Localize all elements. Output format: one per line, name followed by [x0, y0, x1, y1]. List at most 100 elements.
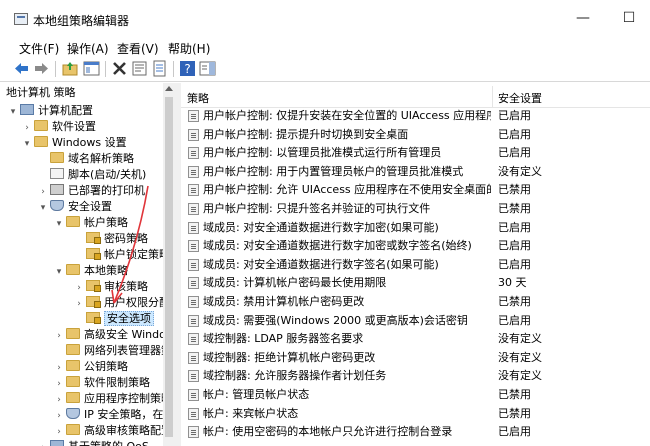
policy-name: 用户帐户控制: 允许 UIAccess 应用程序在不使用安全桌面的...: [203, 183, 491, 197]
policy-row[interactable]: 域成员: 计算机帐户密码最长使用期限 30 天: [181, 274, 650, 293]
expand-chevron-icon[interactable]: ›: [54, 376, 64, 392]
collapse-chevron-icon[interactable]: ▾: [54, 216, 64, 232]
menu-view[interactable]: 查看(V): [117, 40, 159, 57]
tree-scrollbar[interactable]: [163, 83, 175, 446]
collapse-chevron-icon[interactable]: ▾: [38, 200, 48, 216]
policy-name: 域成员: 计算机帐户密码最长使用期限: [203, 276, 387, 290]
shield-icon: [50, 200, 64, 211]
minimize-button[interactable]: —: [560, 0, 606, 37]
policy-row[interactable]: 用户帐户控制: 提示提升时切换到安全桌面 已启用: [181, 126, 650, 145]
column-separator[interactable]: [492, 86, 493, 108]
policy-row[interactable]: 域控制器: 允许服务器操作者计划任务 没有定义: [181, 367, 650, 386]
column-header-policy[interactable]: 策略: [187, 90, 209, 106]
collapse-chevron-icon[interactable]: ▾: [22, 136, 32, 152]
policy-row[interactable]: 用户帐户控制: 用于内置管理员帐户的管理员批准模式 没有定义: [181, 163, 650, 182]
tree-item[interactable]: › 应用程序控制策略: [54, 391, 172, 407]
policy-name: 域控制器: 允许服务器操作者计划任务: [203, 369, 387, 383]
policy-row[interactable]: 域成员: 对安全通道数据进行数字签名(如果可能) 已启用: [181, 256, 650, 275]
tree-item-label: 用户权限分配: [104, 296, 170, 309]
policy-row[interactable]: 用户帐户控制: 以管理员批准模式运行所有管理员 已启用: [181, 144, 650, 163]
policy-row[interactable]: 域成员: 对安全通道数据进行数字加密或数字签名(始终) 已启用: [181, 237, 650, 256]
menu-help[interactable]: 帮助(H): [168, 40, 210, 57]
forward-arrow-icon[interactable]: [33, 60, 50, 77]
policy-setting-value: 30 天: [498, 276, 527, 290]
column-header-security-setting[interactable]: 安全设置: [498, 90, 542, 106]
tree-item[interactable]: 域名解析策略: [38, 151, 134, 167]
policy-row[interactable]: 域成员: 需要强(Windows 2000 或更高版本)会话密钥 已启用: [181, 312, 650, 331]
export-list-icon[interactable]: [151, 60, 168, 77]
scrollbar-thumb[interactable]: [165, 97, 173, 437]
policy-document-icon: [188, 147, 199, 160]
policy-setting-value: 已启用: [498, 425, 531, 439]
menu-file[interactable]: 文件(F): [19, 40, 59, 57]
toolbar-separator: [55, 61, 56, 77]
policy-row[interactable]: 用户帐户控制: 允许 UIAccess 应用程序在不使用安全桌面的... 已禁用: [181, 181, 650, 200]
expand-chevron-icon[interactable]: ›: [74, 296, 84, 312]
help-icon[interactable]: ?: [179, 60, 196, 77]
policy-row[interactable]: 帐户: 来宾帐户状态 已禁用: [181, 405, 650, 424]
expand-chevron-icon[interactable]: ›: [22, 120, 32, 136]
expand-chevron-icon[interactable]: ›: [54, 360, 64, 376]
policy-name: 域成员: 对安全通道数据进行数字加密或数字签名(始终): [203, 239, 472, 253]
tree-item[interactable]: ▾ 计算机配置: [8, 103, 93, 119]
tree-item[interactable]: › 软件限制策略: [54, 375, 150, 391]
policy-row[interactable]: 域成员: 对安全通道数据进行数字加密(如果可能) 已启用: [181, 219, 650, 238]
toolbar: ?: [0, 57, 650, 82]
collapse-chevron-icon[interactable]: ▾: [8, 104, 18, 120]
show-action-pane-icon[interactable]: [199, 60, 216, 77]
policy-row[interactable]: 域成员: 禁用计算机帐户密码更改 已禁用: [181, 293, 650, 312]
tree-item[interactable]: › 用户权限分配: [74, 295, 170, 311]
tree-item[interactable]: › IP 安全策略，在 本: [54, 407, 175, 423]
tree-item-label: 应用程序控制策略: [84, 392, 172, 405]
tree-item[interactable]: › 软件设置: [22, 119, 96, 135]
policy-row[interactable]: 用户帐户控制: 只提升签名并验证的可执行文件 已禁用: [181, 200, 650, 219]
tree-item[interactable]: 网络列表管理器策略: [54, 343, 175, 359]
tree-item[interactable]: ▾ 安全设置: [38, 199, 112, 215]
back-arrow-icon[interactable]: [13, 60, 30, 77]
tree-item[interactable]: › 高级安全 Windows: [54, 327, 175, 343]
tree-item[interactable]: › 审核策略: [74, 279, 148, 295]
tree-item-label: 基于策略的 QoS: [68, 440, 149, 446]
policy-document-icon: [188, 240, 199, 253]
tree-item[interactable]: ▾ Windows 设置: [22, 135, 127, 151]
tree-item[interactable]: 脚本(启动/关机): [38, 167, 146, 183]
tree-root-label[interactable]: 地计算机 策略: [6, 85, 76, 101]
delete-x-icon[interactable]: [111, 60, 128, 77]
tree-item[interactable]: 密码策略: [74, 231, 148, 247]
expand-chevron-icon[interactable]: ›: [74, 280, 84, 296]
tree-item-label: 脚本(启动/关机): [68, 168, 147, 181]
expand-chevron-icon[interactable]: ›: [54, 408, 64, 424]
expand-chevron-icon[interactable]: ›: [54, 424, 64, 440]
maximize-button[interactable]: ☐: [606, 0, 650, 37]
folder-icon: [34, 120, 48, 131]
policy-row[interactable]: 帐户: 管理员帐户状态 已禁用: [181, 386, 650, 405]
tree-item[interactable]: › 公钥策略: [54, 359, 128, 375]
tree-item[interactable]: › 高级审核策略配置: [54, 423, 172, 439]
expand-chevron-icon[interactable]: ›: [38, 184, 48, 200]
tree-item[interactable]: › 已部署的打印机: [38, 183, 145, 199]
policy-setting-value: 已禁用: [498, 388, 531, 401]
policy-row[interactable]: 域控制器: LDAP 服务器签名要求 没有定义: [181, 330, 650, 349]
collapse-chevron-icon[interactable]: ▾: [54, 264, 64, 280]
tree-item[interactable]: ▾ 本地策略: [54, 263, 128, 279]
policy-row[interactable]: 用户帐户控制: 仅提升安装在安全位置的 UIAccess 应用程序 已启用: [181, 107, 650, 126]
policy-row[interactable]: 域控制器: 拒绝计算机帐户密码更改 没有定义: [181, 349, 650, 368]
tree-item[interactable]: 帐户锁定策略: [74, 247, 170, 263]
list-header: 策略 安全设置: [181, 86, 650, 108]
properties-icon[interactable]: [131, 60, 148, 77]
tree-item[interactable]: 安全选项: [74, 311, 154, 327]
scroll-up-arrow-icon[interactable]: [165, 86, 173, 91]
tree-item-label: 已部署的打印机: [68, 184, 145, 197]
policy-document-icon: [188, 203, 199, 215]
tree-item[interactable]: › 基于策略的 QoS: [38, 439, 149, 446]
policy-name: 帐户: 来宾帐户状态: [203, 406, 299, 420]
menu-action[interactable]: 操作(A): [67, 40, 109, 57]
show-hide-tree-icon[interactable]: [83, 60, 100, 77]
policy-row[interactable]: 帐户: 使用空密码的本地帐户只允许进行控制台登录 已启用: [181, 423, 650, 442]
expand-chevron-icon[interactable]: ›: [38, 440, 48, 446]
tree-item[interactable]: ▾ 帐户策略: [54, 215, 128, 231]
expand-chevron-icon[interactable]: ›: [54, 328, 64, 344]
expand-chevron-icon[interactable]: ›: [54, 392, 64, 408]
policy-document-icon: [188, 221, 199, 234]
up-folder-icon[interactable]: [62, 60, 79, 77]
